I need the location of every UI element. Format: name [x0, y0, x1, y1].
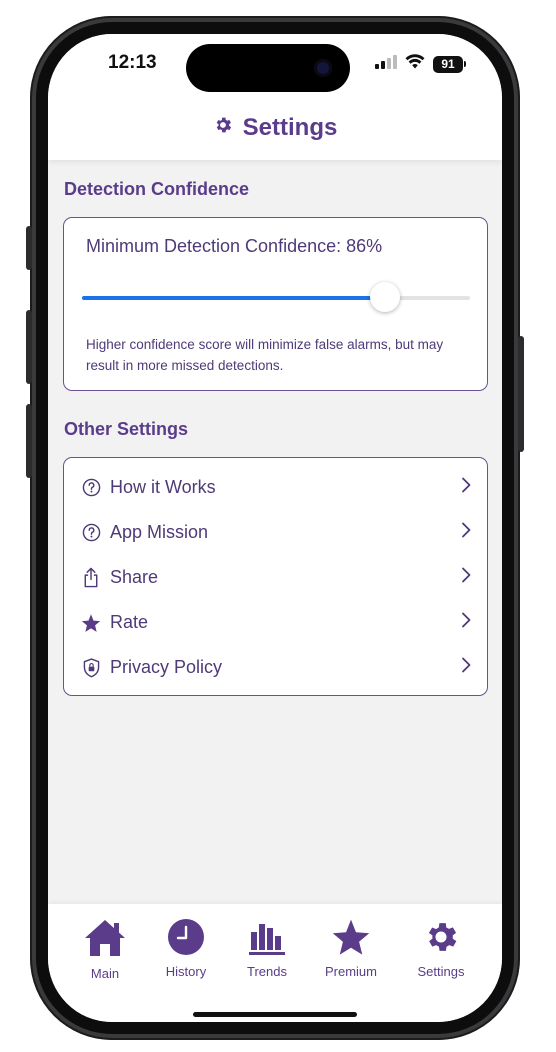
tab-main[interactable]: Main [68, 918, 142, 981]
detection-card: Minimum Detection Confidence: 86% Higher… [63, 217, 488, 391]
signal-icon [375, 54, 397, 74]
battery-icon: 91 [433, 55, 463, 73]
tab-label: Main [90, 966, 120, 981]
slider-thumb[interactable] [369, 282, 400, 312]
question-circle-icon [81, 523, 101, 543]
menu-item-label: Privacy Policy [110, 657, 223, 677]
menu-item-label: How it Works [110, 477, 216, 497]
volume-down-button [26, 404, 32, 478]
dynamic-island [186, 44, 350, 92]
chevron-right-icon [461, 657, 471, 678]
chevron-right-icon [461, 522, 471, 543]
chevron-right-icon [461, 477, 471, 498]
section-title-detection: Detection Confidence [64, 179, 250, 199]
home-icon [83, 918, 127, 963]
tab-label: History [165, 964, 207, 979]
tab-label: Settings [417, 964, 465, 979]
status-icons: 91 [375, 54, 466, 74]
star-icon [331, 918, 371, 961]
question-circle-icon [81, 478, 101, 498]
shield-lock-icon [81, 657, 101, 678]
tab-settings[interactable]: Settings [404, 918, 478, 979]
tab-bar: Main History Trends Premium Settings [48, 904, 502, 1022]
top-bar: 12:13 91 Settings [48, 34, 502, 160]
menu-item-app-mission[interactable]: App Mission [64, 510, 487, 555]
wifi-icon [405, 54, 425, 74]
tab-premium[interactable]: Premium [314, 918, 388, 979]
slider-fill [82, 296, 385, 300]
tab-history[interactable]: History [149, 918, 223, 979]
status-time: 12:13 [108, 52, 157, 73]
tab-label: Premium [324, 964, 377, 979]
camera-icon [314, 59, 332, 77]
page-title-text: Settings [242, 114, 338, 141]
gear-icon [422, 918, 460, 961]
other-settings-card: How it Works App Mission Share Rate Priv… [63, 457, 488, 696]
chevron-right-icon [461, 612, 471, 633]
chevron-right-icon [461, 567, 471, 588]
power-button [518, 336, 524, 452]
slider-label: Minimum Detection Confidence: 86% [86, 236, 383, 256]
menu-item-label: Rate [110, 612, 149, 632]
clock-icon [167, 918, 205, 961]
action-button [26, 226, 32, 270]
menu-item-rate[interactable]: Rate [64, 600, 487, 645]
menu-item-privacy-policy[interactable]: Privacy Policy [64, 645, 487, 690]
star-icon [81, 613, 101, 633]
slider-hint: Higher confidence score will minimize fa… [86, 337, 444, 373]
menu-item-label: App Mission [110, 522, 209, 542]
home-indicator [193, 1012, 357, 1017]
section-title-other: Other Settings [64, 419, 189, 439]
bar-chart-icon [248, 918, 286, 961]
menu-item-how-it-works[interactable]: How it Works [64, 465, 487, 510]
menu-item-share[interactable]: Share [64, 555, 487, 600]
volume-up-button [26, 310, 32, 384]
battery-nub [464, 61, 466, 67]
confidence-slider[interactable] [82, 282, 470, 312]
screen: 12:13 91 Settings Detection Confidence M… [48, 34, 502, 1022]
tab-trends[interactable]: Trends [230, 918, 304, 979]
share-icon [81, 567, 101, 588]
gear-icon [213, 114, 233, 142]
page-title: Settings [48, 114, 502, 142]
tab-label: Trends [247, 964, 287, 979]
menu-item-label: Share [110, 567, 159, 587]
